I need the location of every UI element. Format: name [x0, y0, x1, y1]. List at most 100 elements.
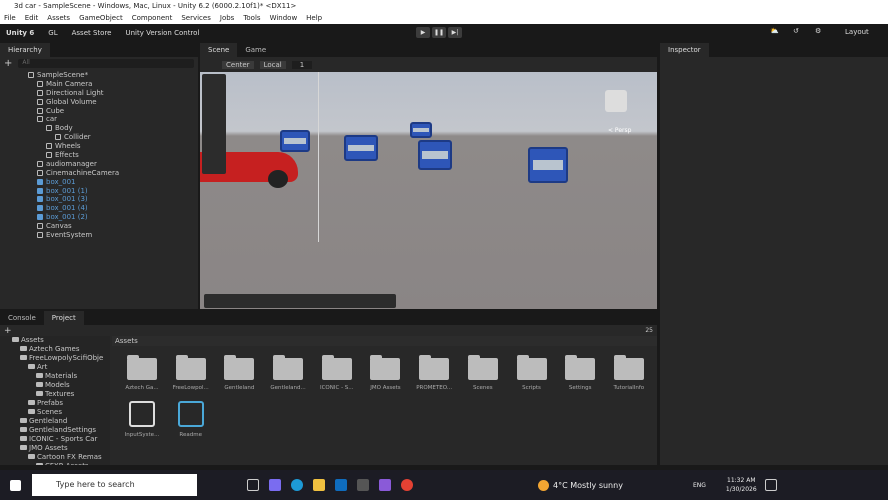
menu-edit[interactable]: Edit — [25, 12, 39, 24]
hierarchy-item[interactable]: box_001 (4) — [0, 204, 198, 213]
crate[interactable] — [280, 130, 310, 152]
project-tree-item[interactable]: Assets — [0, 336, 110, 345]
scene-gizmo[interactable] — [605, 90, 627, 112]
asset-file[interactable]: InputSyste... — [120, 401, 164, 438]
taskbar-search-input[interactable]: Type here to search — [32, 474, 197, 496]
project-tree-item[interactable]: ICONIC - Sports Car — [0, 435, 110, 444]
task-view-icon[interactable] — [247, 479, 259, 491]
project-tree-item[interactable]: Cartoon FX Remas — [0, 453, 110, 462]
history-icon[interactable]: ↺ — [793, 27, 799, 35]
project-tree-item[interactable]: JMO Assets — [0, 444, 110, 453]
add-asset-icon[interactable]: + — [4, 326, 12, 336]
hierarchy-item[interactable]: Body — [0, 124, 198, 133]
menu-services[interactable]: Services — [181, 12, 211, 24]
asset-folder[interactable]: PROMETEO... — [412, 355, 456, 391]
project-tree-item[interactable]: Art — [0, 363, 110, 372]
menu-tools[interactable]: Tools — [243, 12, 260, 24]
edge-icon[interactable] — [291, 479, 303, 491]
hierarchy-item[interactable]: Canvas — [0, 222, 198, 231]
project-tree-item[interactable]: Models — [0, 381, 110, 390]
project-tree-item[interactable]: Prefabs — [0, 399, 110, 408]
hierarchy-item[interactable]: EventSystem — [0, 231, 198, 240]
asset-folder[interactable]: Gentleland... — [266, 355, 310, 391]
hierarchy-search-input[interactable]: All — [18, 58, 194, 68]
windows-start-icon[interactable] — [10, 479, 21, 491]
project-tree-item[interactable]: FreeLowpolyScifiObje — [0, 354, 110, 363]
layout-dropdown[interactable]: Layout — [845, 28, 869, 36]
project-tree-item[interactable]: Materials — [0, 372, 110, 381]
hierarchy-item[interactable]: Main Camera — [0, 80, 198, 89]
asset-folder[interactable]: FreeLowpol... — [169, 355, 213, 391]
asset-folder[interactable]: Scripts — [510, 355, 554, 391]
hierarchy-item[interactable]: box_001 (1) — [0, 187, 198, 196]
pause-button[interactable]: ❚❚ — [432, 27, 446, 38]
collab-icon[interactable]: ⛅ — [770, 27, 779, 35]
asset-folder[interactable]: Aztech Ga... — [120, 355, 164, 391]
menu-file[interactable]: File — [4, 12, 16, 24]
project-tree-item[interactable]: Gentleland — [0, 417, 110, 426]
visual-studio-icon[interactable] — [379, 479, 391, 491]
asset-folder[interactable]: Gentleland — [217, 355, 261, 391]
tab-game[interactable]: Game — [237, 43, 275, 57]
weather-icon[interactable] — [538, 479, 549, 491]
tab-console[interactable]: Console — [0, 311, 44, 325]
project-tree-item[interactable]: Scenes — [0, 408, 110, 417]
hierarchy-item[interactable]: SampleScene* — [0, 71, 198, 80]
asset-folder[interactable]: Scenes — [461, 355, 505, 391]
hierarchy-item[interactable]: Collider — [0, 133, 198, 142]
hierarchy-item[interactable]: Cube — [0, 107, 198, 116]
hierarchy-item[interactable]: car — [0, 115, 198, 124]
hierarchy-item[interactable]: Directional Light — [0, 89, 198, 98]
grid-snap-input[interactable]: 1 — [291, 60, 313, 69]
file-explorer-icon[interactable] — [313, 479, 325, 491]
menu-component[interactable]: Component — [132, 12, 173, 24]
hierarchy-item[interactable]: box_001 (2) — [0, 213, 198, 222]
add-icon[interactable]: + — [4, 58, 12, 69]
clock[interactable]: 11:32 AM 1/30/2026 — [726, 476, 757, 494]
project-tree-item[interactable]: GentlelandSettings — [0, 426, 110, 435]
asset-folder[interactable]: Settings — [558, 355, 602, 391]
menu-jobs[interactable]: Jobs — [220, 12, 234, 24]
hierarchy-item[interactable]: CinemachineCamera — [0, 169, 198, 178]
project-tree-item[interactable]: Aztech Games — [0, 345, 110, 354]
version-control-button[interactable]: Unity Version Control — [126, 29, 200, 37]
hierarchy-item[interactable]: Wheels — [0, 142, 198, 151]
menu-help[interactable]: Help — [306, 12, 322, 24]
hierarchy-item[interactable]: audiomanager — [0, 160, 198, 169]
unity-hub-icon[interactable] — [357, 479, 369, 491]
crate[interactable] — [410, 122, 432, 138]
space-dropdown[interactable]: Local — [259, 60, 286, 69]
notifications-icon[interactable] — [764, 479, 777, 491]
asset-file[interactable]: Readme — [169, 401, 213, 438]
asset-folder[interactable]: JMO Assets — [363, 355, 407, 391]
crate[interactable] — [418, 140, 452, 170]
settings-icon[interactable]: ⚙ — [815, 27, 821, 35]
hierarchy-item[interactable]: Effects — [0, 151, 198, 160]
copilot-icon[interactable] — [269, 479, 281, 491]
chrome-icon[interactable] — [401, 479, 413, 491]
project-tree-item[interactable]: CFXR Assets — [0, 462, 110, 465]
asset-folder[interactable]: TutorialInfo — [607, 355, 651, 391]
tab-hierarchy[interactable]: Hierarchy — [0, 43, 50, 57]
menu-window[interactable]: Window — [270, 12, 298, 24]
tab-project[interactable]: Project — [43, 311, 84, 325]
account-button[interactable]: Unity 6 — [6, 29, 34, 37]
tab-inspector[interactable]: Inspector — [660, 43, 709, 57]
crate[interactable] — [344, 135, 378, 161]
gl-dropdown[interactable]: GL — [48, 29, 57, 37]
hierarchy-item[interactable]: box_001 (3) — [0, 195, 198, 204]
scene-viewport[interactable]: < Persp — [200, 72, 657, 309]
pivot-dropdown[interactable]: Center — [222, 60, 254, 69]
project-tree-item[interactable]: Textures — [0, 390, 110, 399]
menu-assets[interactable]: Assets — [47, 12, 70, 24]
view-label[interactable]: < Persp — [608, 127, 631, 134]
asset-store-button[interactable]: Asset Store — [72, 29, 112, 37]
crate[interactable] — [528, 147, 568, 183]
asset-folder[interactable]: ICONIC - S... — [315, 355, 359, 391]
language-indicator[interactable]: ENG — [693, 482, 706, 489]
mail-icon[interactable] — [335, 479, 347, 491]
tab-scene[interactable]: Scene — [200, 43, 238, 57]
weather-text[interactable]: 4°C Mostly sunny — [553, 481, 623, 490]
play-button[interactable]: ▶ — [416, 27, 430, 38]
step-button[interactable]: ▶| — [448, 27, 462, 38]
